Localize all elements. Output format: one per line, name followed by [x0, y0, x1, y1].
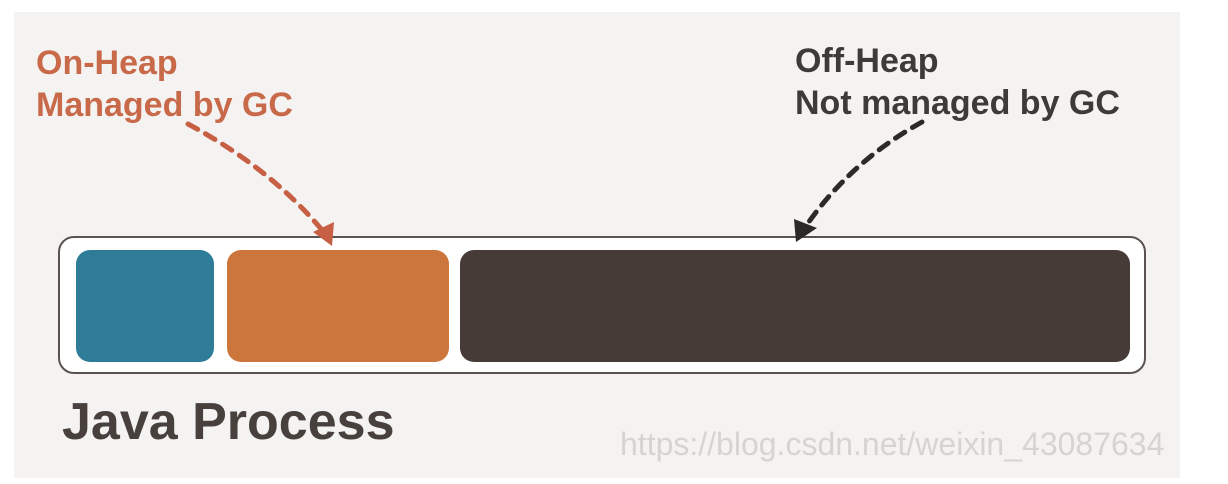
watermark-text: https://blog.csdn.net/weixin_43087634: [620, 426, 1165, 462]
memory-block-blue: [76, 250, 214, 362]
off-heap-label: Off-Heap Not managed by GC: [795, 40, 1120, 124]
on-heap-subtitle: Managed by GC: [36, 86, 293, 124]
on-heap-memory-block: [227, 250, 449, 362]
off-heap-title: Off-Heap: [795, 42, 939, 80]
diagram-canvas: On-Heap Managed by GC Off-Heap Not manag…: [0, 0, 1228, 484]
off-heap-memory-block: [460, 250, 1130, 362]
java-process-title: Java Process: [62, 393, 395, 451]
on-heap-label: On-Heap Managed by GC: [36, 42, 293, 126]
on-heap-title: On-Heap: [36, 44, 178, 82]
off-heap-subtitle: Not managed by GC: [795, 84, 1120, 122]
